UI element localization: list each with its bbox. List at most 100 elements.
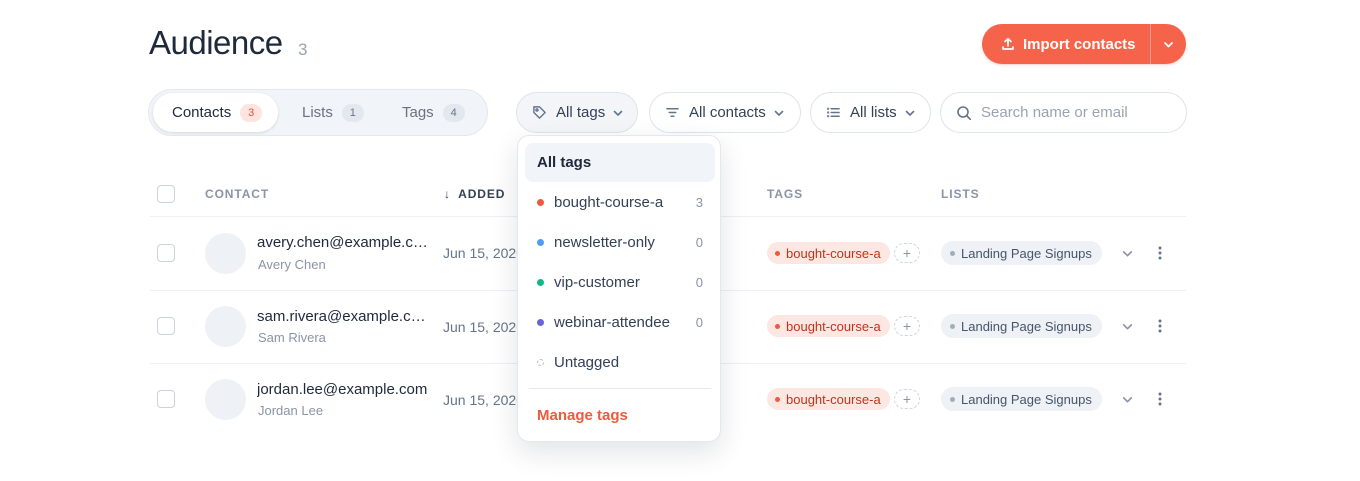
- dropdown-item-newsletter-only[interactable]: newsletter-only 0: [525, 223, 715, 262]
- contact-name: Jordan Lee: [258, 403, 324, 418]
- search-input[interactable]: [981, 104, 1171, 121]
- lists-filter-label: All lists: [850, 104, 897, 121]
- dropdown-item-untagged[interactable]: Untagged: [525, 343, 715, 382]
- plus-icon: +: [902, 245, 912, 261]
- import-contacts-main[interactable]: Import contacts: [982, 24, 1150, 64]
- tab-lists-label: Lists: [302, 104, 333, 121]
- manage-tags-link[interactable]: Manage tags: [537, 407, 628, 424]
- tags-filter[interactable]: All tags: [516, 92, 638, 133]
- list-chip-label: Landing Page Signups: [961, 391, 1092, 407]
- avatar: [205, 233, 246, 274]
- search-box[interactable]: [940, 92, 1187, 133]
- column-header-added[interactable]: ↓ ADDED: [444, 187, 505, 201]
- add-tag-button[interactable]: +: [894, 243, 920, 263]
- chevron-down-icon: [1164, 41, 1173, 47]
- chevron-down-icon: [1122, 250, 1132, 256]
- list-chip-label: Landing Page Signups: [961, 245, 1092, 261]
- row-checkbox[interactable]: [157, 244, 175, 262]
- view-tabs: Contacts 3 Lists 1 Tags 4: [148, 89, 488, 136]
- column-header-contact[interactable]: CONTACT: [205, 187, 269, 201]
- expand-row-button[interactable]: [1119, 391, 1135, 407]
- tag-chip-label: bought-course-a: [786, 318, 881, 334]
- tag-chip[interactable]: bought-course-a: [767, 315, 890, 337]
- expand-row-button[interactable]: [1119, 245, 1135, 261]
- dropdown-item-label: vip-customer: [554, 274, 640, 291]
- tag-color-dot: [537, 279, 544, 286]
- avatar: [205, 379, 246, 420]
- more-vertical-icon: [1158, 392, 1162, 406]
- column-header-tags: TAGS: [767, 187, 804, 201]
- dropdown-item-count: 0: [695, 275, 703, 290]
- select-all-checkbox[interactable]: [157, 185, 175, 203]
- tag-dot: [775, 323, 780, 329]
- dropdown-item-all-tags[interactable]: All tags: [525, 143, 715, 182]
- dropdown-item-webinar-attendee[interactable]: webinar-attendee 0: [525, 303, 715, 342]
- contact-name: Avery Chen: [258, 257, 326, 272]
- tags-dropdown-menu: All tags bought-course-a 3 newsletter-on…: [517, 135, 721, 442]
- dropdown-item-bought-course-a[interactable]: bought-course-a 3: [525, 183, 715, 222]
- tag-chip-label: bought-course-a: [786, 391, 881, 407]
- dropdown-divider: [529, 388, 711, 389]
- tag-color-dot: [537, 239, 544, 246]
- add-tag-button[interactable]: +: [894, 316, 920, 336]
- list-icon: [826, 107, 840, 118]
- tag-dot: [775, 250, 780, 256]
- more-vertical-icon: [1158, 319, 1162, 333]
- tags-filter-label: All tags: [556, 104, 606, 121]
- dropdown-item-vip-customer[interactable]: vip-customer 0: [525, 263, 715, 302]
- tab-tags-count: 4: [442, 103, 465, 122]
- plus-icon: +: [902, 391, 912, 407]
- dropdown-item-label: webinar-attendee: [554, 314, 670, 331]
- contact-email[interactable]: avery.chen@example.com: [257, 234, 429, 251]
- contact-name: Sam Rivera: [258, 330, 326, 345]
- chevron-down-icon: [613, 110, 623, 116]
- audience-count: 3: [298, 40, 308, 59]
- list-chip: Landing Page Signups: [941, 241, 1102, 265]
- tab-tags-label: Tags: [402, 104, 434, 121]
- import-options-button[interactable]: [1151, 24, 1186, 64]
- row-menu-button[interactable]: [1152, 244, 1168, 262]
- tab-lists[interactable]: Lists 1: [302, 93, 364, 132]
- row-checkbox[interactable]: [157, 390, 175, 408]
- tab-contacts[interactable]: Contacts 3: [153, 93, 278, 132]
- tag-chip[interactable]: bought-course-a: [767, 242, 890, 264]
- chevron-down-icon: [905, 110, 914, 116]
- dropdown-item-label: bought-course-a: [554, 194, 664, 211]
- list-chip-label: Landing Page Signups: [961, 318, 1092, 334]
- chevron-down-icon: [1122, 323, 1132, 329]
- dropdown-item-label: All tags: [537, 154, 592, 171]
- contacts-filter[interactable]: All contacts: [649, 92, 801, 133]
- tab-lists-count: 1: [341, 103, 364, 122]
- list-chip: Landing Page Signups: [941, 314, 1102, 338]
- tab-tags[interactable]: Tags 4: [402, 93, 465, 132]
- chevron-down-icon: [774, 110, 784, 116]
- dropdown-item-count: 0: [695, 315, 703, 330]
- tag-dot: [775, 396, 780, 402]
- contacts-filter-label: All contacts: [689, 104, 766, 121]
- add-tag-button[interactable]: +: [894, 389, 920, 409]
- sort-desc-icon: ↓: [444, 187, 451, 201]
- search-icon: [957, 105, 972, 120]
- tag-chip[interactable]: bought-course-a: [767, 388, 890, 410]
- upload-icon: [1002, 37, 1014, 50]
- list-dot: [950, 396, 955, 402]
- dropdown-item-label: Untagged: [554, 354, 620, 371]
- added-date: Jun 15, 2026: [443, 245, 524, 261]
- untagged-dot: [537, 359, 544, 366]
- list-dot: [950, 250, 955, 256]
- import-contacts-button[interactable]: Import contacts: [982, 24, 1186, 64]
- contact-email[interactable]: sam.rivera@example.com: [257, 308, 429, 325]
- tag-color-dot: [537, 199, 544, 206]
- lists-filter[interactable]: All lists: [810, 92, 931, 133]
- dropdown-item-count: 0: [695, 235, 703, 250]
- tab-contacts-label: Contacts: [172, 104, 232, 121]
- list-dot: [950, 323, 955, 329]
- row-menu-button[interactable]: [1152, 317, 1168, 335]
- list-chip: Landing Page Signups: [941, 387, 1102, 411]
- expand-row-button[interactable]: [1119, 318, 1135, 334]
- contact-email[interactable]: jordan.lee@example.com: [257, 381, 427, 398]
- row-menu-button[interactable]: [1152, 390, 1168, 408]
- tab-contacts-count: 3: [240, 103, 263, 122]
- row-checkbox[interactable]: [157, 317, 175, 335]
- added-date: Jun 15, 2026: [443, 392, 524, 408]
